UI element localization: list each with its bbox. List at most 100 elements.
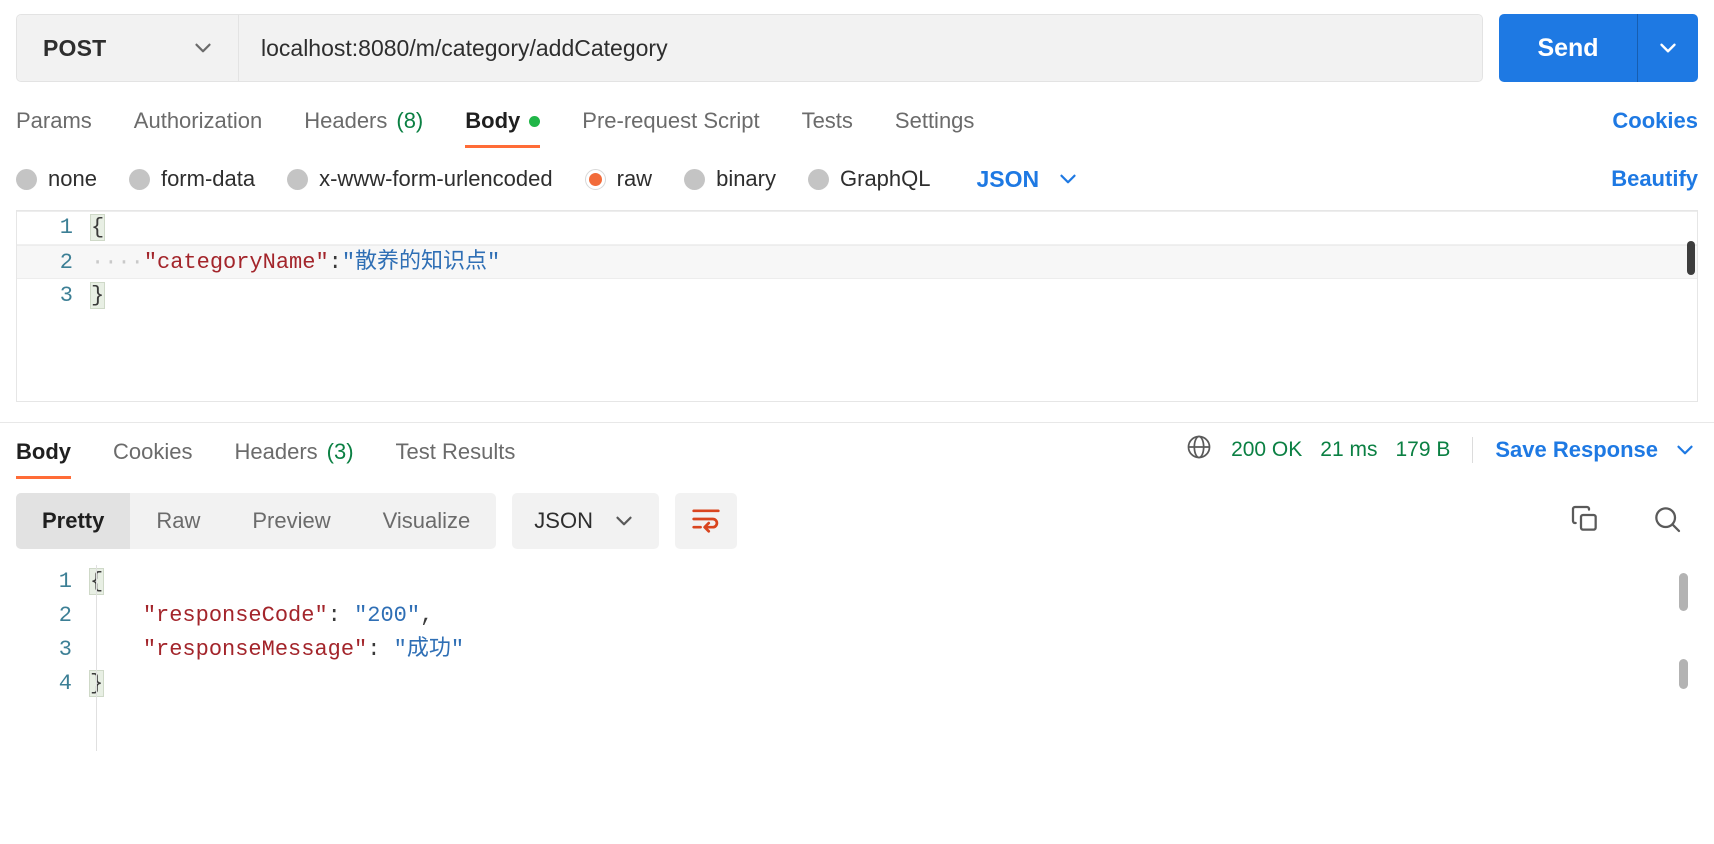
chevron-down-icon <box>1055 166 1081 192</box>
json-value: "散养的知识点" <box>341 250 501 275</box>
radio-icon <box>808 168 829 190</box>
chevron-down-icon <box>611 508 637 534</box>
line-number: 1 <box>59 215 73 240</box>
copy-icon <box>1569 503 1601 540</box>
request-editor-scrollbar[interactable] <box>1687 241 1695 275</box>
line-content: { <box>88 565 1698 599</box>
tab-label: Authorization <box>133 108 263 133</box>
beautify-button[interactable]: Beautify <box>1611 166 1698 192</box>
tab-label: Headers <box>234 439 318 464</box>
status-code: 200 OK <box>1231 437 1303 461</box>
code-line: 4 } <box>16 667 1698 701</box>
tab-pre-request-script[interactable]: Pre-request Script <box>582 108 759 148</box>
radio-icon <box>16 168 37 190</box>
view-mode-pretty[interactable]: Pretty <box>16 493 131 549</box>
tab-headers[interactable]: Headers (8) <box>304 108 423 148</box>
response-body-viewer[interactable]: 1 { 2 "responseCode": "200", 3 "response… <box>16 565 1698 751</box>
tab-label: Settings <box>894 108 975 133</box>
tab-tests[interactable]: Tests <box>802 108 853 148</box>
line-content: ····"categoryName":"散养的知识点" <box>91 246 1697 278</box>
save-response-button[interactable]: Save Response <box>1495 437 1698 463</box>
code-line: 3 } <box>17 279 1697 313</box>
send-options-dropdown[interactable] <box>1638 14 1698 82</box>
response-tab-body[interactable]: Body <box>16 439 71 479</box>
json-value: "成功" <box>393 637 465 662</box>
tab-params[interactable]: Params <box>16 108 92 148</box>
tab-label: Headers <box>304 108 388 133</box>
http-method-dropdown[interactable]: POST <box>17 15 239 81</box>
url-input[interactable]: localhost:8080/m/category/addCategory <box>239 15 1482 81</box>
response-format-dropdown[interactable]: JSON <box>512 493 659 549</box>
chevron-down-icon <box>1655 35 1681 61</box>
line-content: "responseMessage": "成功" <box>90 633 1698 667</box>
request-code-area: 1 { 2 ····"categoryName":"散养的知识点" 3 } <box>17 211 1697 313</box>
json-colon: : <box>327 603 355 628</box>
line-content: "responseCode": "200", <box>90 599 1698 633</box>
code-line: 1 { <box>16 565 1698 599</box>
tab-settings[interactable]: Settings <box>895 108 975 148</box>
globe-icon[interactable] <box>1185 433 1213 466</box>
tab-authorization[interactable]: Authorization <box>134 108 262 148</box>
body-type-none[interactable]: none <box>16 166 97 192</box>
fold-rail <box>96 565 97 751</box>
json-comma: , <box>420 603 434 628</box>
radio-icon <box>287 168 309 190</box>
tab-body[interactable]: Body <box>465 108 541 148</box>
body-type-x-www-form-urlencoded[interactable]: x-www-form-urlencoded <box>287 166 553 192</box>
code-line: 2 ····"categoryName":"散养的知识点" <box>17 245 1697 279</box>
brace-token: { <box>89 214 106 241</box>
response-scrollbar-thumb-bottom[interactable] <box>1679 659 1688 689</box>
line-number: 3 <box>58 637 72 662</box>
body-type-binary[interactable]: binary <box>684 166 776 192</box>
json-key: "responseCode" <box>142 603 328 628</box>
brace-token: } <box>89 282 106 309</box>
radio-icon <box>128 168 150 190</box>
save-response-label: Save Response <box>1495 436 1658 462</box>
cookies-link[interactable]: Cookies <box>1612 108 1698 148</box>
line-number: 1 <box>58 569 72 594</box>
tab-label: Body <box>465 108 521 133</box>
line-number: 2 <box>58 603 72 628</box>
body-type-label: form-data <box>160 166 256 191</box>
tab-label: Body <box>16 439 71 464</box>
response-tab-cookies[interactable]: Cookies <box>113 439 192 479</box>
body-type-raw[interactable]: raw <box>584 166 652 192</box>
line-number: 2 <box>59 250 73 275</box>
code-line: 3 "responseMessage": "成功" <box>16 633 1698 667</box>
response-view-mode-group: Pretty Raw Preview Visualize <box>16 493 497 549</box>
response-tab-test-results[interactable]: Test Results <box>396 439 516 479</box>
request-body-editor[interactable]: 1 { 2 ····"categoryName":"散养的知识点" 3 } <box>16 210 1698 402</box>
line-number: 3 <box>59 283 73 308</box>
body-type-label: binary <box>716 166 776 191</box>
view-mode-preview[interactable]: Preview <box>226 493 356 549</box>
request-tabs: Params Authorization Headers (8) Body Pr… <box>0 94 1714 148</box>
tab-label: Params <box>16 108 92 133</box>
response-size: 179 B <box>1395 437 1451 461</box>
search-response-button[interactable] <box>1636 493 1698 549</box>
tab-label: Cookies <box>113 439 193 464</box>
body-type-form-data[interactable]: form-data <box>128 166 256 192</box>
body-type-graphql[interactable]: GraphQL <box>808 166 931 192</box>
json-colon: : <box>367 637 394 662</box>
json-key: "responseMessage" <box>142 637 368 662</box>
line-content: { <box>89 211 1697 244</box>
headers-count: (8) <box>396 108 424 133</box>
http-method-label: POST <box>43 34 107 61</box>
response-tab-headers[interactable]: Headers (3) <box>234 439 353 479</box>
json-colon: : <box>328 250 342 275</box>
response-headers-count: (3) <box>326 439 354 464</box>
response-time: 21 ms <box>1320 437 1378 461</box>
view-mode-raw[interactable]: Raw <box>130 493 226 549</box>
wrap-lines-toggle[interactable] <box>674 493 737 549</box>
json-value: "200" <box>354 603 421 628</box>
request-format-label: JSON <box>976 165 1040 192</box>
view-mode-visualize[interactable]: Visualize <box>357 493 497 549</box>
request-format-dropdown[interactable]: JSON <box>977 166 1082 193</box>
body-modified-dot-icon <box>529 115 541 127</box>
copy-response-button[interactable] <box>1554 493 1616 549</box>
response-status-bar: 200 OK 21 ms 179 B Save Response <box>1185 433 1698 479</box>
send-button[interactable]: Send <box>1499 14 1637 82</box>
line-content: } <box>89 279 1697 313</box>
response-scrollbar-thumb-top[interactable] <box>1679 573 1688 611</box>
